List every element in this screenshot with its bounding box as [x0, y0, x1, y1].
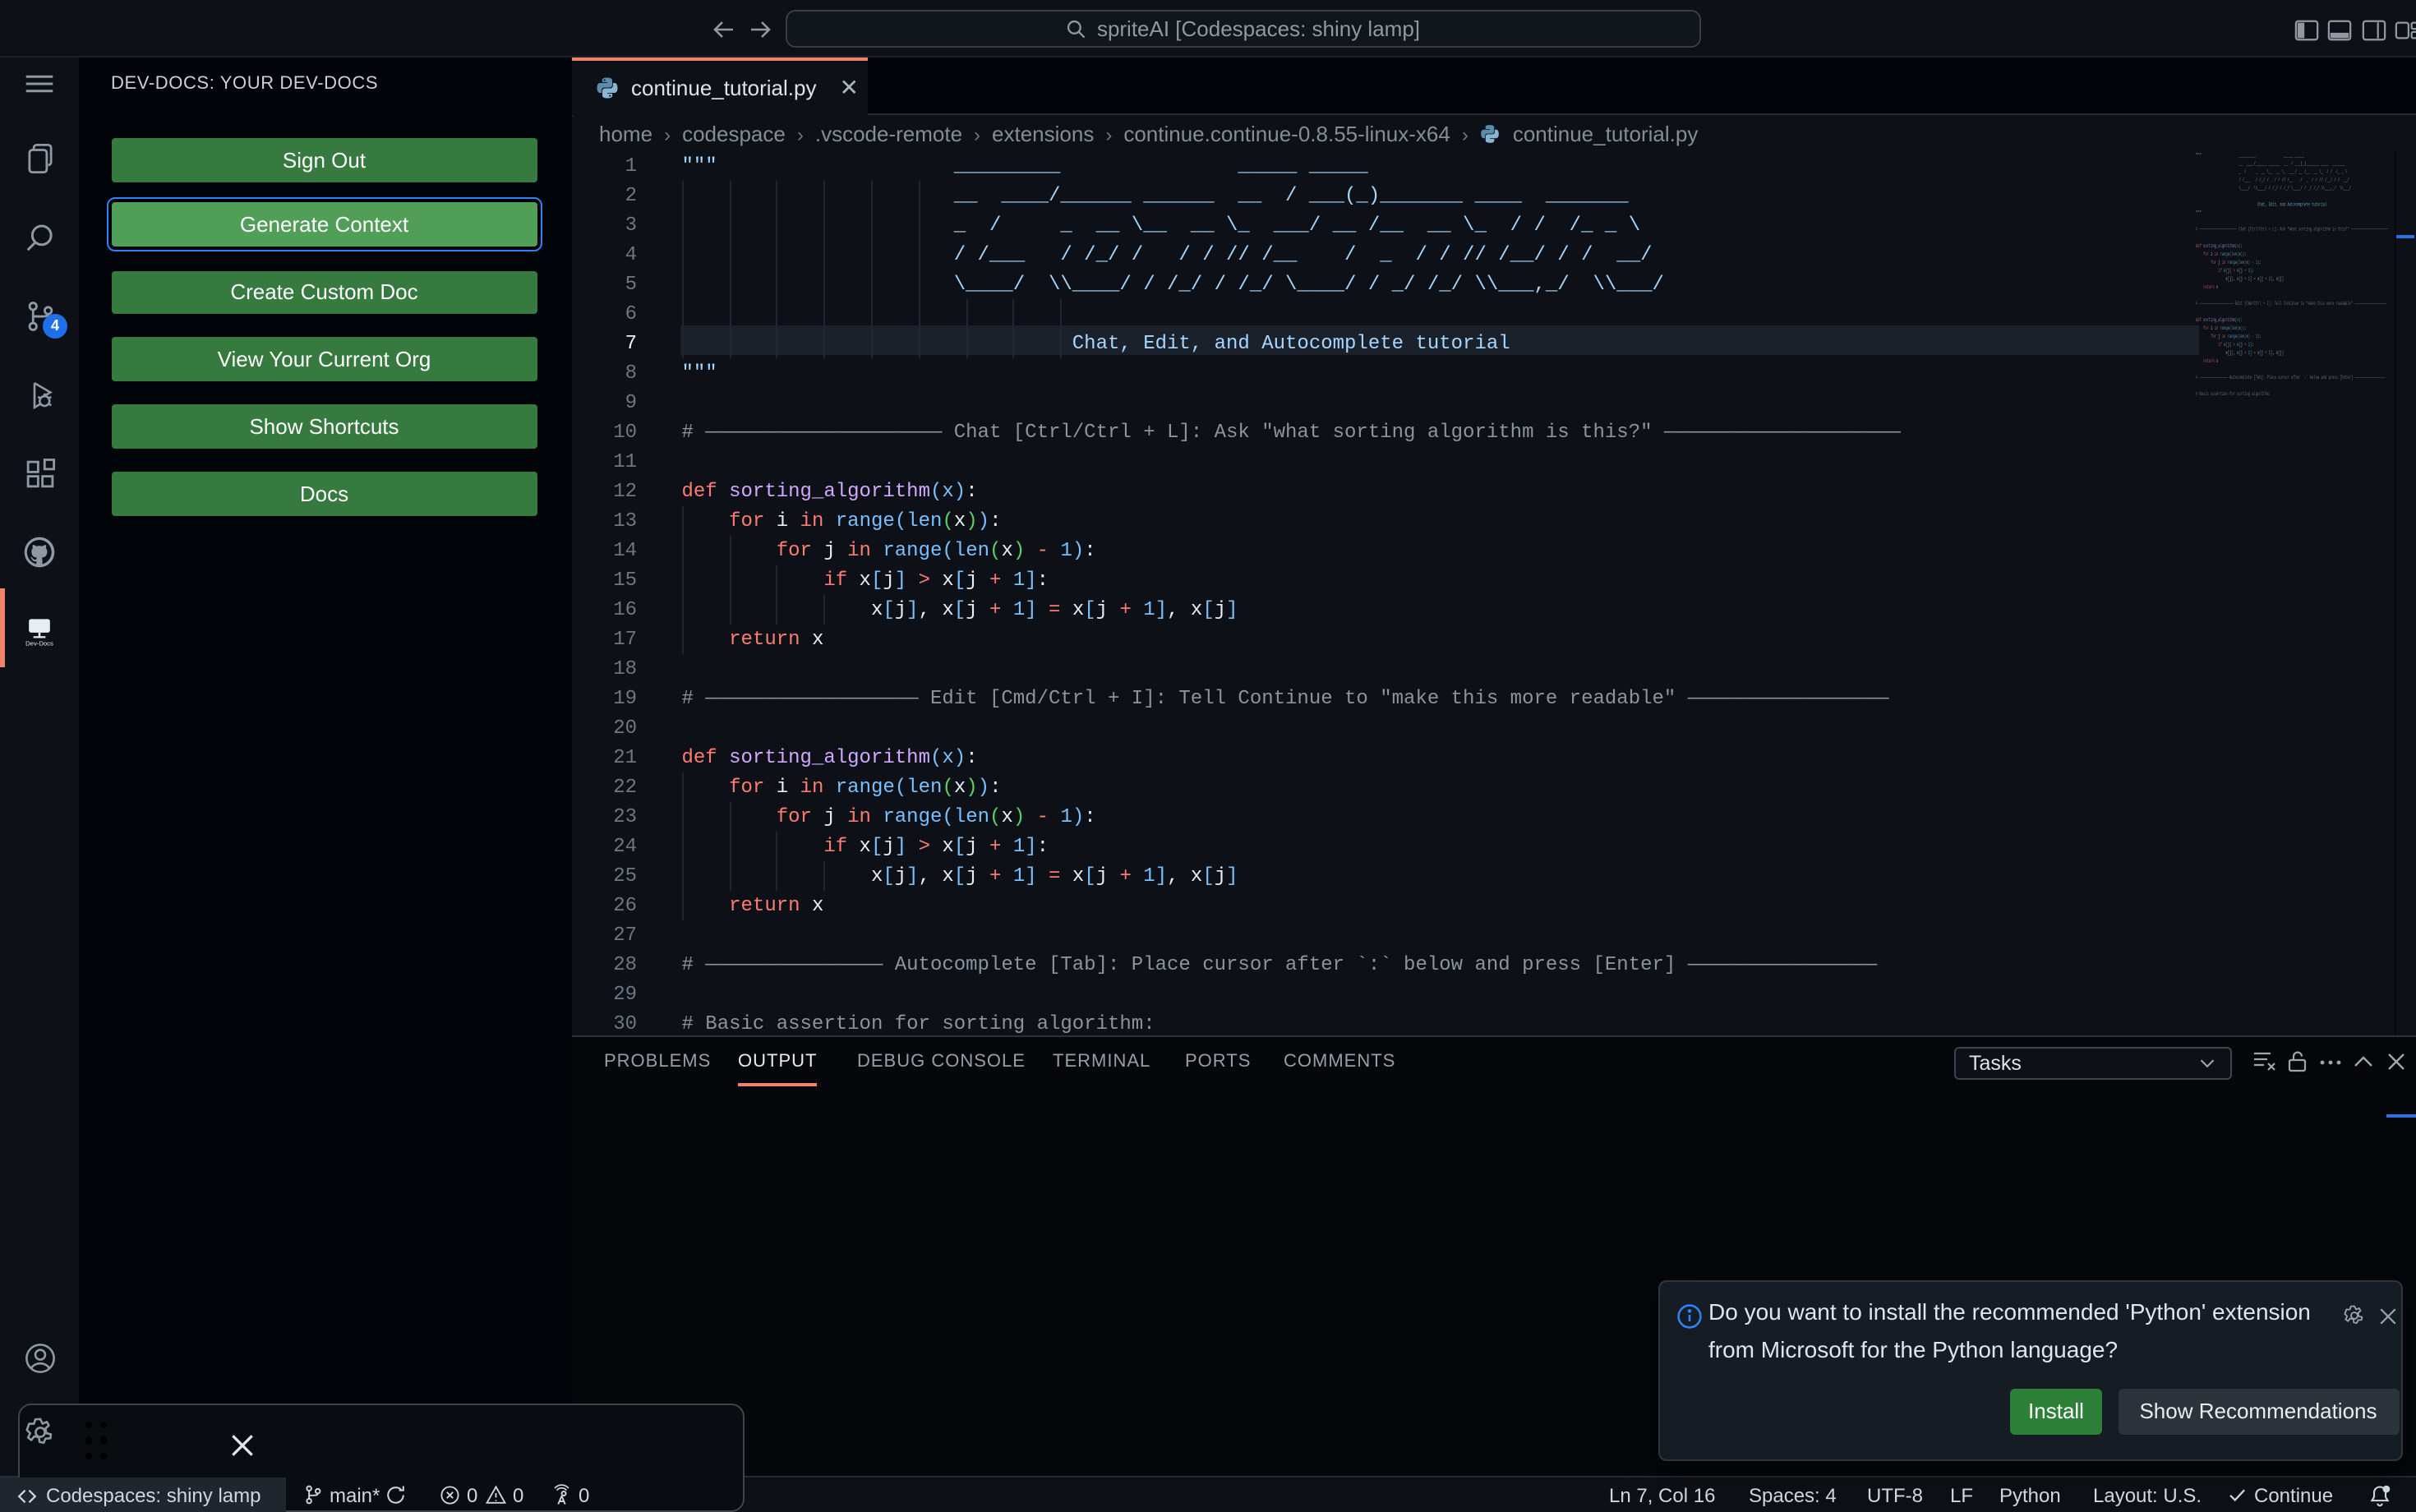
svg-text:Dev-Docs: Dev-Docs: [25, 639, 53, 647]
